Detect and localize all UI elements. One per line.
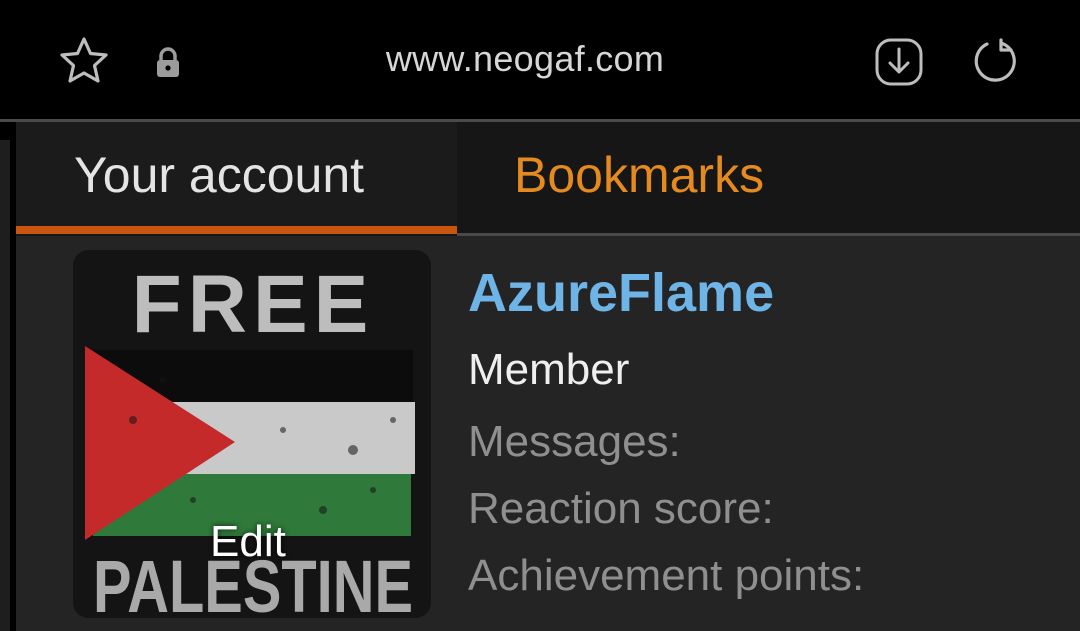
account-tabs: Your account Bookmarks bbox=[16, 122, 1080, 236]
tab-bookmarks[interactable]: Bookmarks bbox=[514, 146, 764, 204]
browser-toolbar: www.neogaf.com bbox=[0, 0, 1080, 119]
download-circle-icon[interactable] bbox=[874, 37, 924, 87]
avatar-text-free: FREE bbox=[132, 259, 375, 350]
tab-divider bbox=[457, 233, 1080, 236]
page-gutter bbox=[0, 140, 10, 631]
tab-your-account[interactable]: Your account bbox=[16, 122, 457, 226]
stat-reaction-score-label: Reaction score: bbox=[468, 484, 774, 533]
edit-avatar-button[interactable]: Edit bbox=[210, 517, 286, 567]
lock-icon bbox=[154, 46, 182, 78]
user-role: Member bbox=[468, 345, 630, 394]
stat-achievement-points-label: Achievement points: bbox=[468, 551, 865, 600]
stat-messages-label: Messages: bbox=[468, 417, 681, 466]
active-tab-indicator bbox=[16, 226, 457, 234]
username[interactable]: AzureFlame bbox=[468, 262, 774, 324]
tab-your-account-label: Your account bbox=[74, 147, 365, 203]
star-outline-icon[interactable] bbox=[58, 36, 110, 86]
address-bar-url[interactable]: www.neogaf.com bbox=[330, 38, 720, 80]
reload-icon[interactable] bbox=[970, 36, 1020, 86]
